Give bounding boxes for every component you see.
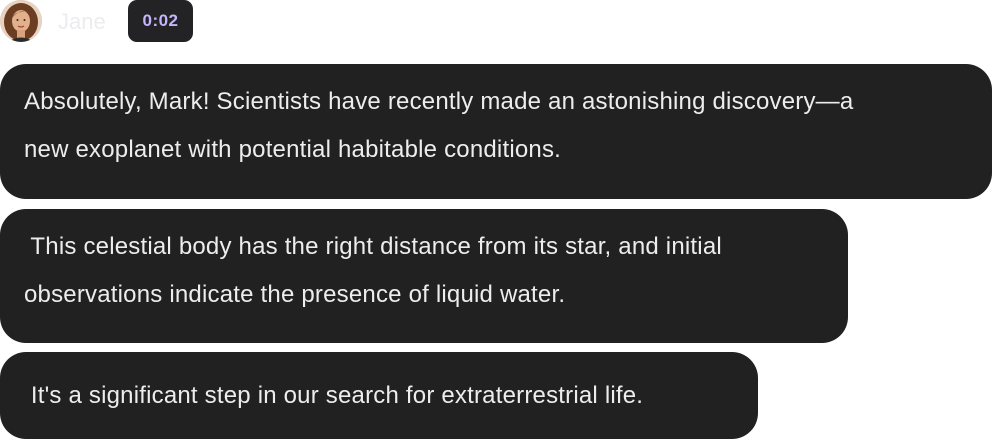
message-bubble[interactable]: It's a significant step in our search fo… [0, 352, 758, 439]
message-line: This celestial body has the right distan… [24, 233, 722, 260]
timestamp-badge: 0:02 [128, 0, 193, 42]
sender-name: Jane [58, 9, 106, 34]
avatar[interactable] [0, 0, 42, 42]
user-avatar-icon [0, 0, 42, 42]
message-line: new exoplanet with potential habitable c… [24, 136, 562, 163]
message-line: Absolutely, Mark! Scientists have recent… [24, 88, 854, 115]
message-bubble[interactable]: Absolutely, Mark! Scientists have recent… [0, 64, 992, 199]
timestamp-text: 0:02 [142, 11, 179, 30]
message-line: observations indicate the presence of li… [24, 281, 566, 308]
message-line: It's a significant step in our search fo… [24, 382, 644, 409]
chat-thread: Jane 0:02 Absolutely, Mark! Scientists h… [0, 0, 1000, 440]
message-bubble[interactable]: This celestial body has the right distan… [0, 209, 848, 343]
